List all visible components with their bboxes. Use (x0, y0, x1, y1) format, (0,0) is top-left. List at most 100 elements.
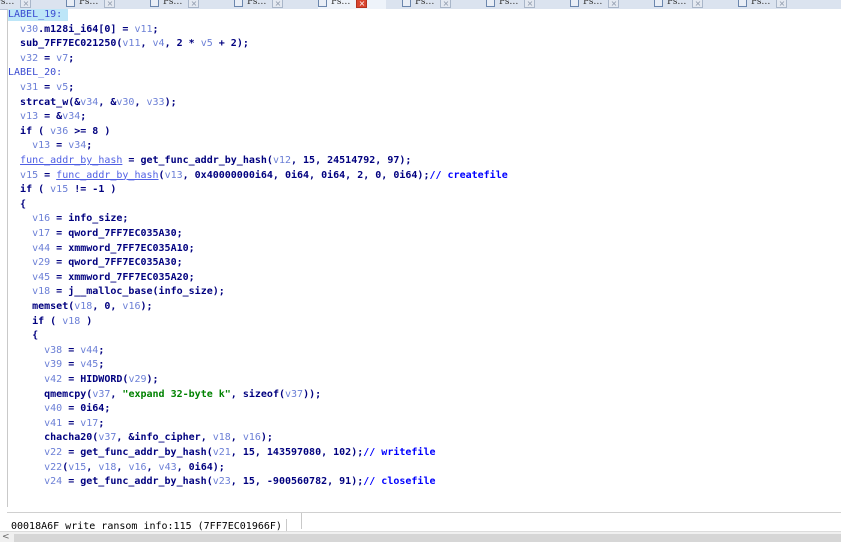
code-token[interactable]: v44 (32, 243, 50, 254)
code-token[interactable]: v33 (147, 97, 165, 108)
code-token[interactable]: v34 (80, 97, 98, 108)
code-token[interactable]: v7 (56, 53, 68, 64)
code-token[interactable]: qmemcpy (44, 389, 86, 400)
code-token[interactable]: v12 (273, 155, 291, 166)
code-token[interactable]: v29 (32, 257, 50, 268)
code-token[interactable]: v23 (213, 476, 231, 487)
code-token[interactable]: v16 (122, 301, 140, 312)
tab-4[interactable]: Ps… × (234, 0, 302, 9)
code-line[interactable]: { (8, 330, 38, 342)
code-token[interactable]: v15 (50, 184, 68, 195)
close-icon[interactable]: × (524, 0, 536, 8)
code-token[interactable]: qword_7FF7EC035A30 (68, 228, 176, 239)
close-icon[interactable]: × (776, 0, 788, 8)
code-line[interactable]: if ( v15 != -1 ) (8, 184, 116, 196)
code-token[interactable]: v11 (122, 38, 140, 49)
code-token[interactable]: v16 (243, 432, 261, 443)
code-token[interactable]: j__malloc_base (68, 286, 152, 297)
code-token[interactable]: v16 (32, 213, 50, 224)
tab-5[interactable]: Ps… × (318, 0, 386, 9)
pseudocode-view[interactable]: LABEL_19: v30.m128i_i64[0] = v11; sub_7F… (7, 9, 841, 507)
code-line[interactable]: v32 = v7; (8, 53, 74, 65)
close-icon[interactable]: × (104, 0, 116, 8)
code-line[interactable]: memset(v18, 0, v16); (8, 301, 152, 313)
code-token[interactable]: v45 (32, 272, 50, 283)
close-icon[interactable]: × (356, 0, 368, 8)
code-token[interactable]: v5 (201, 38, 213, 49)
code-line[interactable]: v42 = HIDWORD(v29); (8, 374, 158, 386)
code-token[interactable]: v36 (50, 126, 68, 137)
tab-6[interactable]: Ps… × (402, 0, 470, 9)
code-token[interactable]: v18 (32, 286, 50, 297)
code-token[interactable]: v13 (165, 170, 183, 181)
horizontal-scrollbar[interactable]: < (0, 531, 841, 542)
code-token[interactable]: v34 (68, 140, 86, 151)
code-token[interactable]: v13 (32, 140, 50, 151)
tab-9[interactable]: Ps… × (654, 0, 722, 9)
code-token[interactable]: v22 (44, 447, 62, 458)
code-line[interactable]: v18 = j__malloc_base(info_size); (8, 286, 225, 298)
code-line[interactable]: v24 = get_func_addr_by_hash(v23, 15, -90… (8, 476, 435, 488)
code-token[interactable]: v4 (153, 38, 165, 49)
code-line[interactable]: v45 = xmmword_7FF7EC035A20; (8, 272, 195, 284)
code-token[interactable]: v30 (116, 97, 134, 108)
tab-3[interactable]: Ps… × (150, 0, 218, 9)
code-token[interactable]: qword_7FF7EC035A30 (68, 257, 176, 268)
code-token[interactable]: v22 (44, 462, 62, 473)
code-token[interactable]: v21 (213, 447, 231, 458)
tab-8[interactable]: Ps… × (570, 0, 638, 9)
code-line[interactable]: v44 = xmmword_7FF7EC035A10; (8, 243, 195, 255)
code-line[interactable]: strcat_w(&v34, &v30, v33); (8, 97, 177, 109)
code-token[interactable]: v13 (20, 111, 38, 122)
code-token[interactable]: v18 (98, 462, 116, 473)
code-line[interactable]: v13 = &v34; (8, 111, 86, 123)
code-token[interactable]: info_size (159, 286, 213, 297)
code-token[interactable]: xmmword_7FF7EC035A10 (68, 243, 188, 254)
close-icon[interactable]: × (188, 0, 200, 8)
code-token[interactable]: v29 (128, 374, 146, 385)
code-line[interactable]: chacha20(v37, &info_cipher, v18, v16); (8, 432, 273, 444)
code-token[interactable]: v16 (128, 462, 146, 473)
tab-7[interactable]: Ps… × (486, 0, 554, 9)
code-token[interactable]: v40 (44, 403, 62, 414)
code-token[interactable]: info_size (68, 213, 122, 224)
code-token[interactable]: v17 (32, 228, 50, 239)
code-token[interactable]: get_func_addr_by_hash (80, 476, 206, 487)
code-token[interactable]: v15 (68, 462, 86, 473)
code-line[interactable]: v39 = v45; (8, 359, 104, 371)
code-token[interactable]: v15 (20, 170, 38, 181)
tab-10[interactable]: Ps… × (738, 0, 806, 9)
code-token[interactable]: v38 (44, 345, 62, 356)
code-token[interactable]: v37 (92, 389, 110, 400)
code-line[interactable]: v16 = info_size; (8, 213, 128, 225)
code-line[interactable]: v15 = func_addr_by_hash(v13, 0x40000000i… (8, 170, 508, 182)
close-icon[interactable]: × (608, 0, 620, 8)
code-token[interactable]: v37 (98, 432, 116, 443)
code-token[interactable]: v5 (56, 82, 68, 93)
code-line[interactable]: qmemcpy(v37, "expand 32-byte k", sizeof(… (8, 389, 321, 401)
code-token[interactable]: sub_7FF7EC021250 (20, 38, 116, 49)
code-token[interactable]: xmmword_7FF7EC035A20 (68, 272, 188, 283)
code-token[interactable]: v45 (80, 359, 98, 370)
code-token[interactable]: v31 (20, 82, 38, 93)
code-token[interactable]: v34 (62, 111, 80, 122)
code-line[interactable]: v31 = v5; (8, 82, 74, 94)
code-token[interactable]: v41 (44, 418, 62, 429)
code-token[interactable]: func_addr_by_hash (56, 170, 158, 181)
code-token[interactable]: strcat_w (20, 97, 68, 108)
code-line[interactable]: if ( v18 ) (8, 316, 92, 328)
code-line[interactable]: v30.m128i_i64[0] = v11; (8, 24, 158, 36)
code-token[interactable]: v37 (285, 389, 303, 400)
code-token[interactable]: info_cipher (134, 432, 200, 443)
tab-1[interactable]: Ps… × (0, 0, 50, 9)
code-token[interactable]: v18 (62, 316, 80, 327)
code-line[interactable]: v40 = 0i64; (8, 403, 110, 415)
code-token[interactable]: v24 (44, 476, 62, 487)
code-token[interactable]: v30 (20, 24, 38, 35)
code-line[interactable]: v29 = qword_7FF7EC035A30; (8, 257, 183, 269)
code-line[interactable]: LABEL_19: (8, 9, 68, 21)
code-line[interactable]: sub_7FF7EC021250(v11, v4, 2 * v5 + 2); (8, 38, 249, 50)
code-token[interactable]: v18 (213, 432, 231, 443)
close-icon[interactable]: × (692, 0, 704, 8)
code-line[interactable]: if ( v36 >= 8 ) (8, 126, 110, 138)
